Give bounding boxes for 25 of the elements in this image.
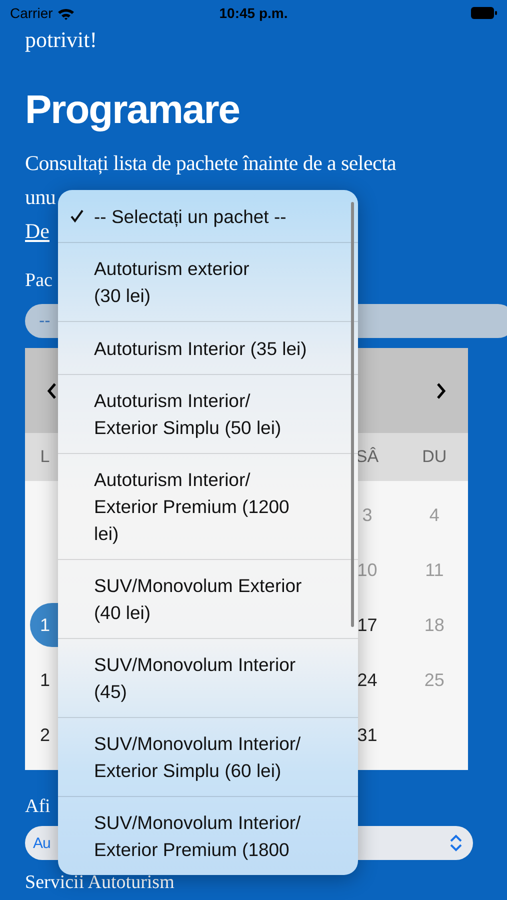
calendar-day[interactable]: 1: [30, 602, 60, 646]
page-title: Programare: [25, 87, 240, 134]
clock-text: 10:45 p.m.: [219, 5, 288, 21]
field-label: Pac: [25, 269, 52, 293]
weekday-label: L: [40, 447, 50, 466]
checkmark-icon: [70, 209, 84, 223]
carrier-text: Carrier: [10, 5, 53, 21]
details-link[interactable]: De: [25, 214, 50, 248]
description-line: unu: [25, 184, 56, 211]
updown-chevron-icon: [449, 834, 463, 852]
calendar-day[interactable]: 1: [36, 658, 54, 702]
section-heading: Servicii Autoturism: [25, 872, 174, 894]
intro-text: potrivit!: [25, 28, 98, 52]
menu-item[interactable]: SUV/Monovolum Interior/ Exterior Simplu (60 lei): [58, 718, 358, 797]
next-month-icon[interactable]: [436, 382, 446, 400]
weekday-label: SÂ: [356, 447, 379, 466]
wifi-icon: [56, 6, 75, 20]
calendar-day[interactable]: 2: [36, 712, 54, 756]
menu-item[interactable]: SUV/Monovolum Interior/ Exterior Premium (1800: [58, 797, 358, 875]
previous-month-icon[interactable]: [47, 382, 57, 400]
weekday-label: DU: [422, 447, 447, 466]
menu-item[interactable]: SUV/Monovolum Interior (45): [58, 639, 358, 718]
field-label: Afi: [25, 795, 50, 819]
battery-icon: [471, 7, 497, 19]
description-line: Consultați lista de pachete înainte de a selecta: [25, 150, 396, 177]
